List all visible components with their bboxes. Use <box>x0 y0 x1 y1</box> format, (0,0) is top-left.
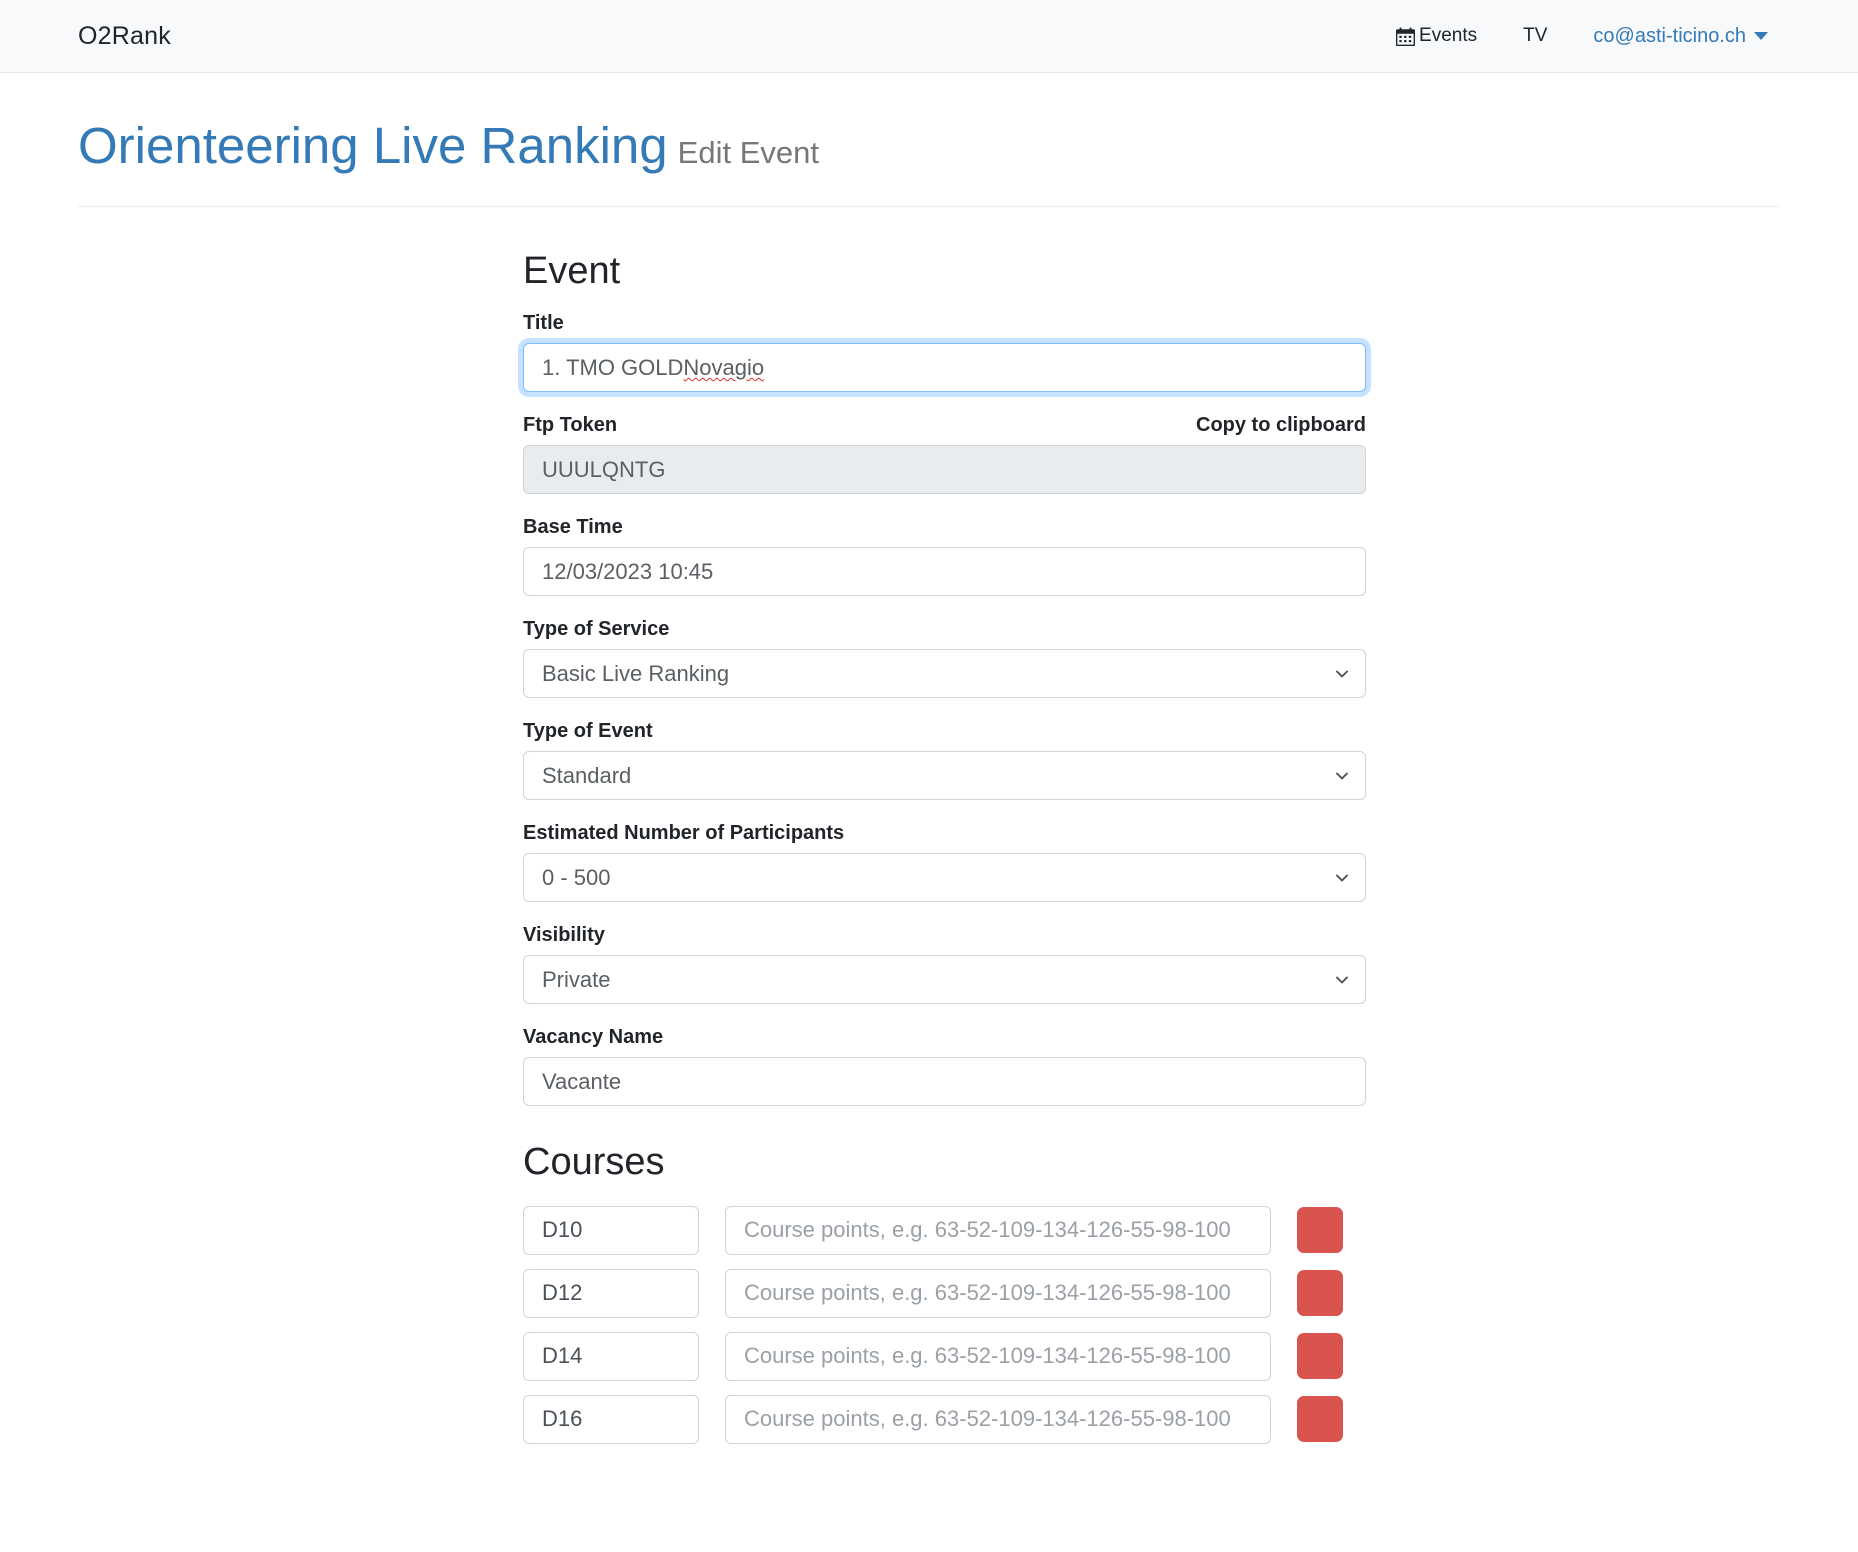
course-name-input[interactable]: D12 <box>523 1268 699 1318</box>
delete-course-button[interactable] <box>1297 1270 1343 1317</box>
course-points-input[interactable]: Course points, e.g. 63-52-109-134-126-55… <box>725 1394 1271 1444</box>
field-type-of-service: Type of Service Basic Live Ranking <box>523 618 1366 699</box>
brand-logo[interactable]: O2Rank <box>78 22 171 51</box>
title-input[interactable]: 1. TMO GOLD Novagio <box>523 343 1366 393</box>
chevron-down-icon <box>1335 973 1349 987</box>
type-of-event-value: Standard <box>542 763 632 789</box>
vacancy-name-label: Vacancy Name <box>523 1026 664 1049</box>
field-vacancy-name: Vacancy Name Vacante <box>523 1026 1366 1107</box>
field-ftp-token: Ftp Token Copy to clipboard UUULQNTG <box>523 414 1366 495</box>
nav-user-label: co@asti-ticino.ch <box>1593 24 1746 47</box>
page-subtitle: Edit Event <box>677 135 819 170</box>
type-of-event-label: Type of Event <box>523 720 653 743</box>
course-points-input[interactable]: Course points, e.g. 63-52-109-134-126-55… <box>725 1205 1271 1255</box>
participants-select[interactable]: 0 - 500 <box>523 853 1366 903</box>
field-type-of-event: Type of Event Standard <box>523 720 1366 801</box>
visibility-label: Visibility <box>523 924 605 947</box>
field-visibility: Visibility Private <box>523 924 1366 1005</box>
course-row: D16 Course points, e.g. 63-52-109-134-126… <box>523 1394 1858 1444</box>
vacancy-name-input[interactable]: Vacante <box>523 1057 1366 1107</box>
nav-item-tv[interactable]: TV <box>1523 25 1547 47</box>
ftp-token-label: Ftp Token <box>523 414 618 437</box>
nav-item-events[interactable]: Events <box>1396 25 1477 47</box>
type-of-service-value: Basic Live Ranking <box>542 661 730 687</box>
type-of-service-label: Type of Service <box>523 618 670 641</box>
course-row: D10 Course points, e.g. 63-52-109-134-126… <box>523 1205 1858 1255</box>
ftp-token-value: UUULQNTG <box>542 457 666 483</box>
page-title: Orienteering Live Ranking Edit Event <box>78 117 1780 176</box>
course-row: D12 Course points, e.g. 63-52-109-134-126… <box>523 1268 1858 1318</box>
page-header: Orienteering Live Ranking Edit Event <box>0 73 1858 176</box>
delete-course-button[interactable] <box>1297 1207 1343 1254</box>
delete-course-button[interactable] <box>1297 1333 1343 1380</box>
type-of-event-select[interactable]: Standard <box>523 751 1366 801</box>
title-input-value-misspelled: Novagio <box>683 355 765 381</box>
ftp-token-label-row: Ftp Token Copy to clipboard <box>523 414 1366 437</box>
field-base-time: Base Time 12/03/2023 10:45 <box>523 516 1366 597</box>
course-name-input[interactable]: D10 <box>523 1205 699 1255</box>
nav-user-dropdown[interactable]: co@asti-ticino.ch <box>1593 25 1768 48</box>
event-section-heading: Event <box>523 249 621 292</box>
calendar-icon <box>1396 27 1416 46</box>
participants-label: Estimated Number of Participants <box>523 822 845 845</box>
course-points-input[interactable]: Course points, e.g. 63-52-109-134-126-55… <box>725 1268 1271 1318</box>
page-title-text: Orienteering Live Ranking <box>78 117 668 174</box>
title-label: Title <box>523 312 564 335</box>
title-input-value-plain: 1. TMO GOLD <box>542 355 684 381</box>
base-time-value: 12/03/2023 10:45 <box>542 559 714 585</box>
caret-down-icon <box>1754 32 1768 40</box>
course-name-input[interactable]: D16 <box>523 1394 699 1444</box>
base-time-label: Base Time <box>523 516 623 539</box>
chevron-down-icon <box>1335 667 1349 681</box>
copy-to-clipboard-button[interactable]: Copy to clipboard <box>1196 414 1366 437</box>
nav-item-events-label: Events <box>1419 25 1478 46</box>
ftp-token-input: UUULQNTG <box>523 445 1366 495</box>
field-title: Title 1. TMO GOLD Novagio <box>523 312 1366 393</box>
navbar-links: Events TV co@asti-ticino.ch <box>1396 25 1810 48</box>
courses-list: D10 Course points, e.g. 63-52-109-134-126… <box>523 1205 1858 1444</box>
courses-section-heading: Courses <box>523 1141 665 1184</box>
course-row: D14 Course points, e.g. 63-52-109-134-126… <box>523 1331 1858 1381</box>
chevron-down-icon <box>1335 871 1349 885</box>
participants-value: 0 - 500 <box>542 865 611 891</box>
chevron-down-icon <box>1335 769 1349 783</box>
top-navbar: O2Rank Events TV co@asti-ticino.ch <box>0 0 1858 73</box>
visibility-select[interactable]: Private <box>523 955 1366 1005</box>
visibility-value: Private <box>542 967 611 993</box>
event-form: Event Title 1. TMO GOLD Novagio Ftp Toke… <box>0 207 1858 1444</box>
base-time-input[interactable]: 12/03/2023 10:45 <box>523 547 1366 597</box>
type-of-service-select[interactable]: Basic Live Ranking <box>523 649 1366 699</box>
vacancy-name-value: Vacante <box>542 1069 622 1095</box>
delete-course-button[interactable] <box>1297 1396 1343 1443</box>
field-participants: Estimated Number of Participants 0 - 500 <box>523 822 1366 903</box>
course-name-input[interactable]: D14 <box>523 1331 699 1381</box>
course-points-input[interactable]: Course points, e.g. 63-52-109-134-126-55… <box>725 1331 1271 1381</box>
